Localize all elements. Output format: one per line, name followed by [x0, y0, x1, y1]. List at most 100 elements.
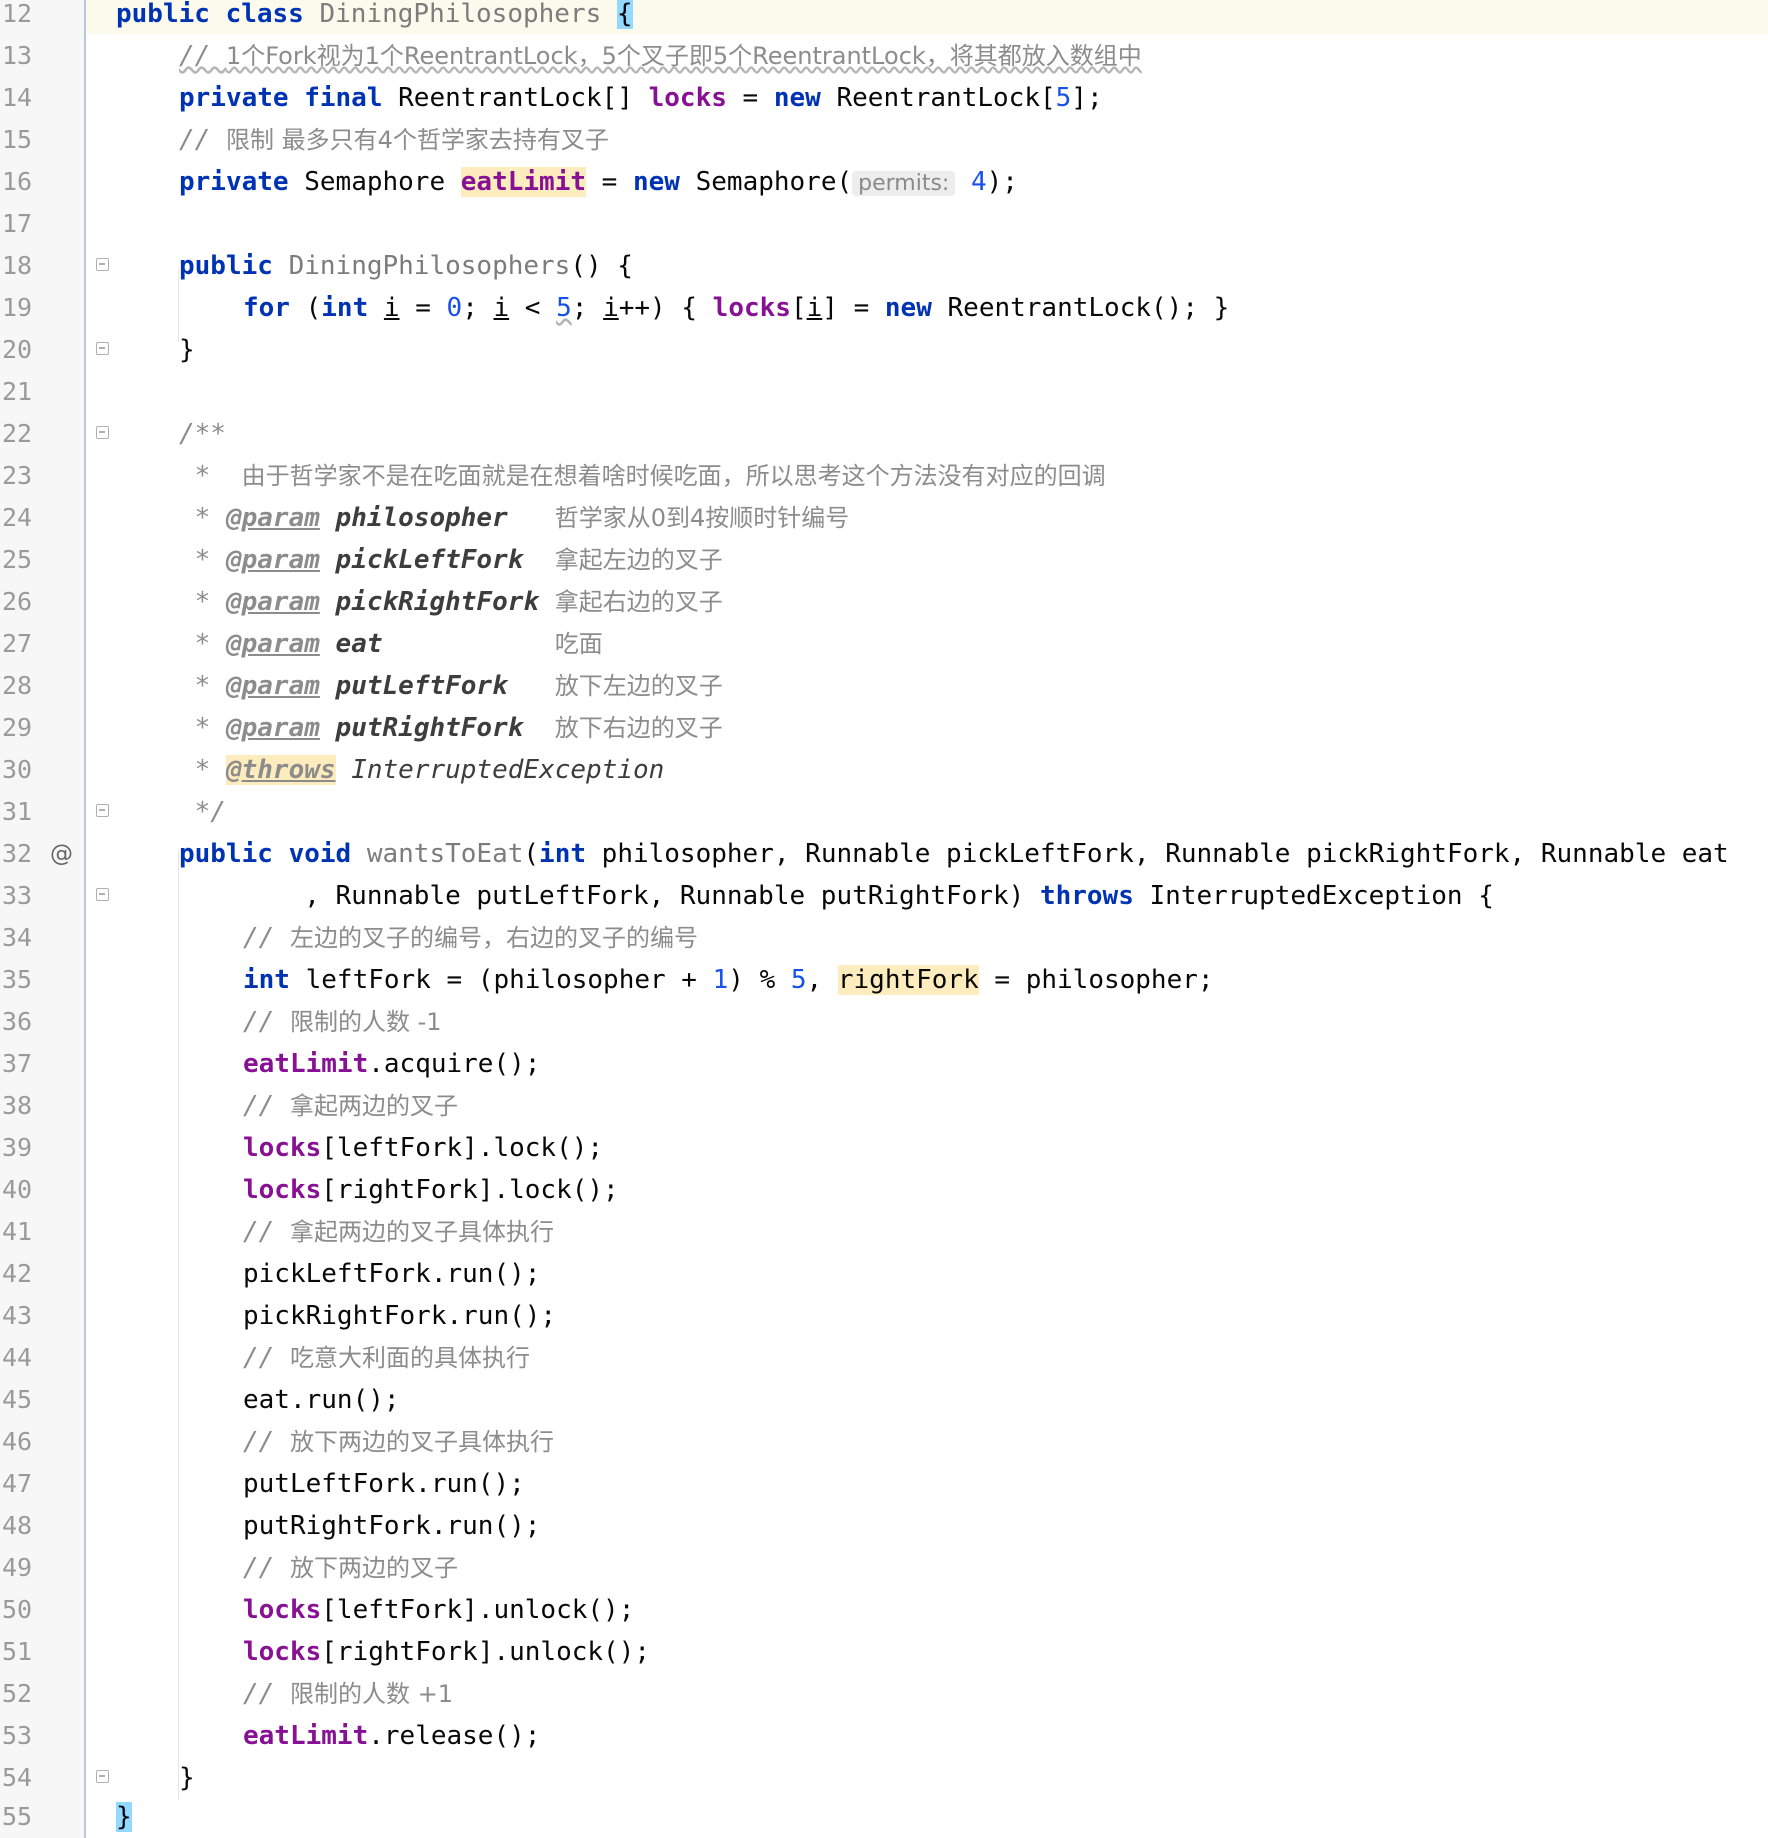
code-line[interactable]: 33 , Runnable putLeftFork, Runnable putR…	[0, 875, 1768, 917]
code-line[interactable]: 21	[0, 371, 1768, 413]
comment-text: // 限制的人数 +1	[243, 1679, 453, 1709]
code-text: eatLimit.release();	[243, 1721, 541, 1751]
line-number: 34	[2, 923, 33, 952]
comment-text: // 限制的人数 -1	[243, 1007, 442, 1037]
line-number: 32	[2, 839, 33, 868]
line-number: 50	[2, 1595, 33, 1624]
code-text: public DiningPhilosophers() {	[179, 251, 633, 281]
line-number: 49	[2, 1553, 33, 1582]
code-text: int leftFork = (philosopher + 1) % 5, ri…	[243, 965, 1214, 995]
code-line[interactable]: 50 locks[leftFork].unlock();	[0, 1589, 1768, 1631]
fold-end-icon[interactable]	[96, 804, 109, 817]
doc-comment-text: /**	[179, 419, 226, 449]
code-line[interactable]: 43 pickRightFork.run();	[0, 1295, 1768, 1337]
code-text: , Runnable putLeftFork, Runnable putRigh…	[179, 881, 1494, 911]
code-line[interactable]: 31 */	[0, 791, 1768, 833]
code-line[interactable]: 29 * @param putRightFork 放下右边的叉子	[0, 707, 1768, 749]
code-line[interactable]: 34 // 左边的叉子的编号，右边的叉子的编号	[0, 917, 1768, 959]
line-number: 53	[2, 1721, 33, 1750]
line-number: 14	[2, 83, 33, 112]
code-line[interactable]: 19 for (int i = 0; i < 5; i++) { locks[i…	[0, 287, 1768, 329]
code-line[interactable]: 44 // 吃意大利面的具体执行	[0, 1337, 1768, 1379]
line-number: 43	[2, 1301, 33, 1330]
fold-end-icon[interactable]	[96, 342, 109, 355]
code-line[interactable]: 23 * 由于哲学家不是在吃面就是在想着啥时候吃面，所以思考这个方法没有对应的回…	[0, 455, 1768, 497]
code-line[interactable]: 54 }	[0, 1757, 1768, 1799]
fold-icon[interactable]	[96, 888, 109, 901]
line-number: 13	[2, 41, 33, 70]
code-text: pickRightFork.run();	[243, 1301, 557, 1331]
code-line[interactable]: 13 // 1个Fork视为1个ReentrantLock，5个叉子即5个Ree…	[0, 35, 1768, 77]
fold-icon[interactable]	[96, 426, 109, 439]
code-line[interactable]: 32 @ public void wantsToEat(int philosop…	[0, 833, 1768, 875]
code-line[interactable]: 52 // 限制的人数 +1	[0, 1673, 1768, 1715]
override-at-icon[interactable]: @	[50, 833, 73, 875]
code-text: for (int i = 0; i < 5; i++) { locks[i] =…	[243, 293, 1230, 323]
doc-param-line: * @param pickRightFork 拿起右边的叉子	[179, 587, 723, 617]
doc-comment-text: */	[179, 797, 226, 827]
line-number: 31	[2, 797, 33, 826]
code-line[interactable]: 27 * @param eat 吃面	[0, 623, 1768, 665]
code-line[interactable]: 38 // 拿起两边的叉子	[0, 1085, 1768, 1127]
line-number: 37	[2, 1049, 33, 1078]
doc-param-line: * @param putLeftFork 放下左边的叉子	[179, 671, 723, 701]
code-line[interactable]: 55 }	[0, 1796, 1768, 1838]
comment-text: // 放下两边的叉子	[243, 1553, 458, 1583]
code-line[interactable]: 46 // 放下两边的叉子具体执行	[0, 1421, 1768, 1463]
line-number: 21	[2, 377, 33, 406]
code-line[interactable]: 14 private final ReentrantLock[] locks =…	[0, 77, 1768, 119]
code-text: locks[leftFork].lock();	[243, 1133, 604, 1163]
code-line[interactable]: 40 locks[rightFork].lock();	[0, 1169, 1768, 1211]
code-line[interactable]: 35 int leftFork = (philosopher + 1) % 5,…	[0, 959, 1768, 1001]
code-line[interactable]: 12 public class DiningPhilosophers {	[0, 0, 1768, 35]
comment-text: // 1个Fork视为1个ReentrantLock，5个叉子即5个Reentr…	[179, 41, 1142, 71]
code-line[interactable]: 45 eat.run();	[0, 1379, 1768, 1421]
line-number: 27	[2, 629, 33, 658]
code-line[interactable]: 16 private Semaphore eatLimit = new Sema…	[0, 161, 1768, 203]
code-text: pickLeftFork.run();	[243, 1259, 541, 1289]
code-line[interactable]: 39 locks[leftFork].lock();	[0, 1127, 1768, 1169]
code-text: putRightFork.run();	[243, 1511, 541, 1541]
code-line[interactable]: 47 putLeftFork.run();	[0, 1463, 1768, 1505]
code-line[interactable]: 36 // 限制的人数 -1	[0, 1001, 1768, 1043]
code-line[interactable]: 22 /**	[0, 413, 1768, 455]
line-number: 18	[2, 251, 33, 280]
code-editor[interactable]: 12 public class DiningPhilosophers { 13 …	[0, 0, 1768, 1838]
fold-end-icon[interactable]	[96, 1770, 109, 1783]
line-number: 20	[2, 335, 33, 364]
code-line[interactable]: 28 * @param putLeftFork 放下左边的叉子	[0, 665, 1768, 707]
line-number: 17	[2, 209, 33, 238]
comment-text: // 左边的叉子的编号，右边的叉子的编号	[243, 923, 698, 953]
code-line[interactable]: 15 // 限制 最多只有4个哲学家去持有叉子	[0, 119, 1768, 161]
line-number: 25	[2, 545, 33, 574]
code-text: eat.run();	[243, 1385, 400, 1415]
code-line[interactable]: 42 pickLeftFork.run();	[0, 1253, 1768, 1295]
code-line[interactable]: 49 // 放下两边的叉子	[0, 1547, 1768, 1589]
code-text: putLeftFork.run();	[243, 1469, 525, 1499]
code-line[interactable]: 25 * @param pickLeftFork 拿起左边的叉子	[0, 539, 1768, 581]
code-line[interactable]: 18 public DiningPhilosophers() {	[0, 245, 1768, 287]
code-line[interactable]: 20 }	[0, 329, 1768, 371]
comment-text: // 拿起两边的叉子	[243, 1091, 458, 1121]
comment-text: // 放下两边的叉子具体执行	[243, 1427, 554, 1457]
code-line[interactable]: 37 eatLimit.acquire();	[0, 1043, 1768, 1085]
code-text: public void wantsToEat(int philosopher, …	[179, 839, 1729, 869]
code-line[interactable]: 51 locks[rightFork].unlock();	[0, 1631, 1768, 1673]
line-number: 54	[2, 1763, 33, 1792]
line-number: 26	[2, 587, 33, 616]
code-line[interactable]: 48 putRightFork.run();	[0, 1505, 1768, 1547]
line-number: 15	[2, 125, 33, 154]
line-number: 45	[2, 1385, 33, 1414]
line-number: 41	[2, 1217, 33, 1246]
code-line[interactable]: 26 * @param pickRightFork 拿起右边的叉子	[0, 581, 1768, 623]
code-line[interactable]: 17	[0, 203, 1768, 245]
code-line[interactable]: 24 * @param philosopher 哲学家从0到4按顺时针编号	[0, 497, 1768, 539]
fold-icon[interactable]	[96, 258, 109, 271]
doc-param-line: * @param putRightFork 放下右边的叉子	[179, 713, 723, 743]
code-line[interactable]: 30 * @throws InterruptedException	[0, 749, 1768, 791]
comment-text: // 限制 最多只有4个哲学家去持有叉子	[179, 125, 609, 155]
code-line[interactable]: 41 // 拿起两边的叉子具体执行	[0, 1211, 1768, 1253]
code-line[interactable]: 53 eatLimit.release();	[0, 1715, 1768, 1757]
line-number: 19	[2, 293, 33, 322]
comment-text: // 吃意大利面的具体执行	[243, 1343, 530, 1373]
